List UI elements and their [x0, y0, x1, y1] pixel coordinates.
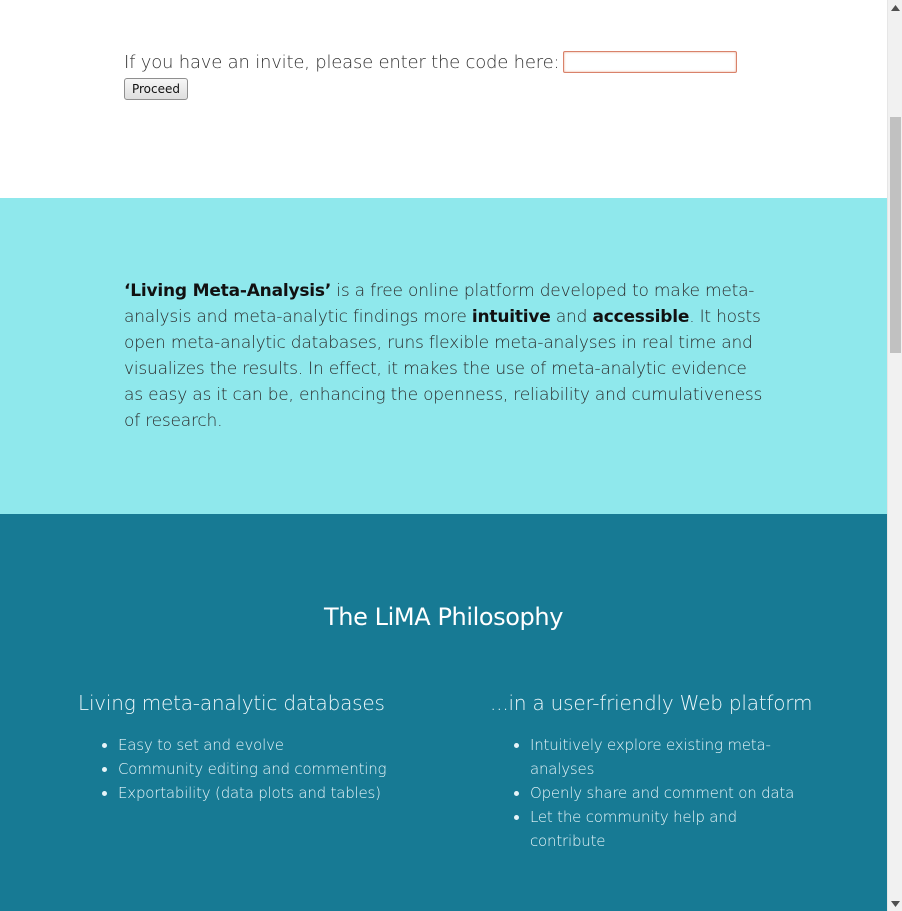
right-column-heading: ...in a user-friendly Web platform: [490, 691, 813, 715]
invite-code-input[interactable]: [563, 51, 738, 73]
intro-section: ‘Living Meta-Analysis’ is a free online …: [0, 198, 887, 514]
philosophy-right-column: ...in a user-friendly Web platform Intui…: [490, 691, 820, 853]
list-item: Openly share and comment on data: [530, 781, 802, 805]
proceed-button[interactable]: Proceed: [124, 78, 188, 100]
intro-platform-name: ‘Living Meta-Analysis’: [124, 281, 332, 301]
philosophy-section: The LiMA Philosophy Living meta-analytic…: [0, 514, 887, 911]
list-item: Exportability (data plots and tables): [118, 781, 458, 805]
list-item: Easy to set and evolve: [118, 733, 458, 757]
philosophy-left-column: Living meta-analytic databases Easy to s…: [78, 691, 458, 805]
right-feature-list: Intuitively explore existing meta-analys…: [490, 733, 820, 853]
scroll-up-button[interactable]: [888, 0, 902, 15]
triangle-up-icon: [891, 4, 900, 11]
list-item: Community editing and commenting: [118, 757, 458, 781]
list-item: Let the community help and contribute: [530, 805, 802, 853]
intro-keyword-accessible: accessible: [592, 307, 690, 327]
scroll-down-button[interactable]: [888, 896, 902, 911]
vertical-scrollbar[interactable]: [887, 0, 902, 911]
triangle-down-icon: [891, 900, 900, 907]
page-viewport: If you have an invite, please enter the …: [0, 0, 887, 911]
list-item: Intuitively explore existing meta-analys…: [530, 733, 802, 781]
invite-row: If you have an invite, please enter the …: [124, 49, 738, 75]
intro-keyword-intuitive: intuitive: [471, 307, 551, 327]
invite-code-label: If you have an invite, please enter the …: [124, 51, 560, 73]
invite-section: If you have an invite, please enter the …: [0, 0, 887, 198]
intro-text-2: and: [550, 307, 593, 327]
left-column-heading: Living meta-analytic databases: [78, 691, 385, 715]
left-feature-list: Easy to set and evolve Community editing…: [78, 733, 458, 805]
philosophy-title: The LiMA Philosophy: [324, 603, 563, 631]
intro-paragraph: ‘Living Meta-Analysis’ is a free online …: [124, 278, 764, 434]
scrollbar-thumb[interactable]: [890, 117, 901, 353]
